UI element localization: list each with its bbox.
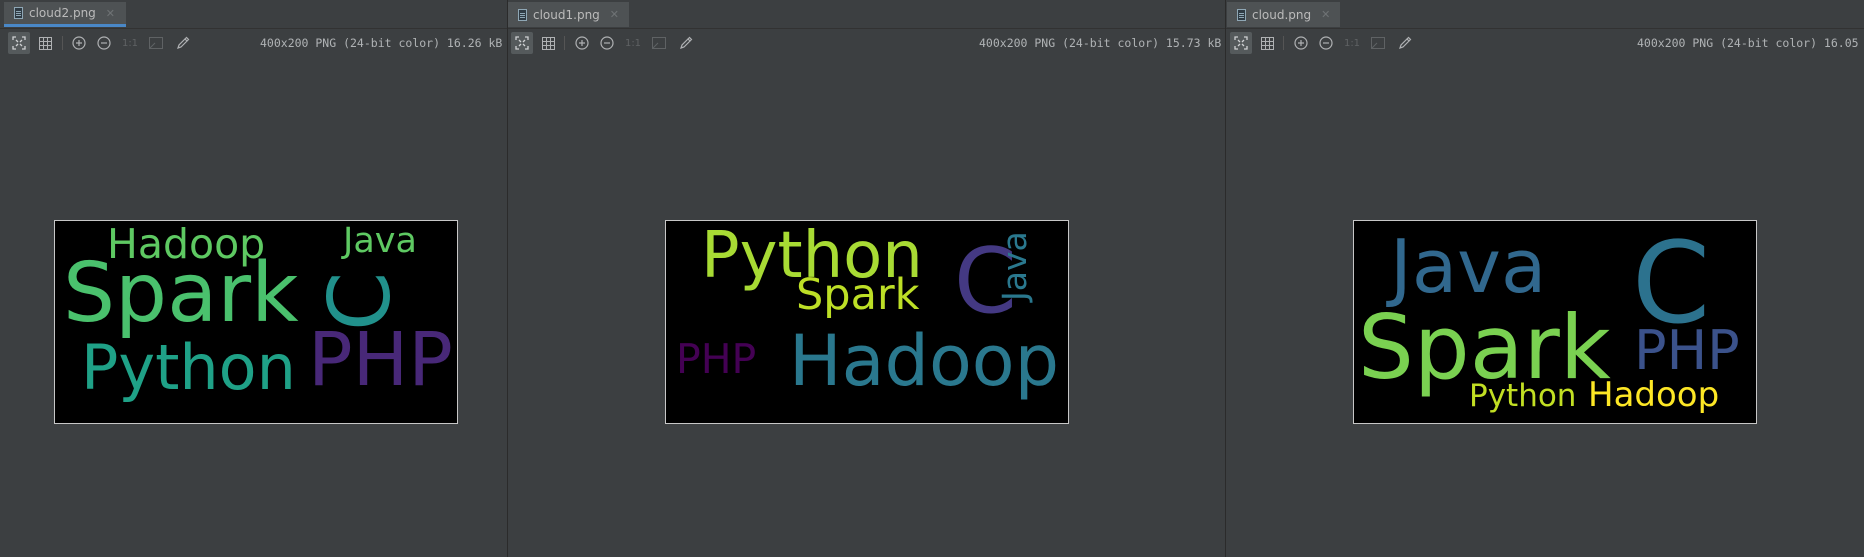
image-info: 400x200 PNG (24-bit color) 16.05 <box>1637 36 1859 50</box>
tab-label: cloud.png <box>1252 7 1312 22</box>
color-picker-icon[interactable] <box>172 32 194 54</box>
image-info: 400x200 PNG (24-bit color) 16.26 kB <box>260 36 503 50</box>
zoom-out-icon[interactable] <box>596 32 618 54</box>
word-spark: Spark <box>796 270 920 320</box>
word-spark: Spark <box>63 246 299 341</box>
zoom-out-icon[interactable] <box>93 32 115 54</box>
zoom-to-fit-icon[interactable] <box>8 32 30 54</box>
zoom-in-icon[interactable] <box>68 32 90 54</box>
close-icon[interactable]: ✕ <box>106 7 115 20</box>
word-python: Python <box>81 331 296 404</box>
actual-size-icon[interactable]: 1:1 <box>622 32 644 54</box>
background-icon[interactable] <box>145 32 167 54</box>
word-python: Python <box>1469 378 1577 414</box>
word-java: Java <box>995 231 1034 301</box>
tab-cloud[interactable]: cloud.png ✕ <box>1227 2 1340 27</box>
image-info: 400x200 PNG (24-bit color) 15.73 kB <box>979 36 1222 50</box>
grid-icon[interactable] <box>537 32 559 54</box>
image-file-icon <box>14 7 23 19</box>
zoom-in-icon[interactable] <box>1290 32 1312 54</box>
image-canvas: Hadoop Java Spark C Python PHP <box>54 220 458 424</box>
word-java: Java <box>343 221 417 261</box>
color-picker-icon[interactable] <box>1394 32 1416 54</box>
word-java: Java <box>1390 224 1547 310</box>
word-php: PHP <box>1634 319 1740 382</box>
zoom-out-icon[interactable] <box>1315 32 1337 54</box>
tab-bar: cloud.png ✕ <box>1226 0 1864 29</box>
word-php: PHP <box>308 317 453 403</box>
image-file-icon <box>518 8 527 21</box>
background-icon[interactable] <box>1367 32 1389 54</box>
zoom-to-fit-icon[interactable] <box>511 32 533 54</box>
tab-bar: cloud1.png ✕ <box>508 0 1225 29</box>
word-hadoop: Hadoop <box>1588 375 1720 415</box>
color-picker-icon[interactable] <box>675 32 697 54</box>
grid-icon[interactable] <box>1256 32 1278 54</box>
background-icon[interactable] <box>648 32 670 54</box>
grid-icon[interactable] <box>34 32 56 54</box>
tab-label: cloud2.png <box>29 6 96 20</box>
image-editor-pane-3: cloud.png ✕ 1:1 400x200 PNG (24-bit colo… <box>1226 0 1864 557</box>
image-canvas: Java C Spark PHP Python Hadoop <box>1353 220 1757 424</box>
close-icon[interactable]: ✕ <box>1321 8 1330 21</box>
close-icon[interactable]: ✕ <box>610 8 619 21</box>
tab-cloud2[interactable]: cloud2.png ✕ <box>4 2 126 27</box>
word-php: PHP <box>676 335 757 383</box>
image-canvas: Python Spark C Java PHP Hadoop <box>665 220 1069 424</box>
tab-bar: cloud2.png ✕ <box>0 0 507 29</box>
zoom-in-icon[interactable] <box>571 32 593 54</box>
actual-size-icon[interactable]: 1:1 <box>1341 32 1363 54</box>
word-hadoop: Hadoop <box>789 320 1060 402</box>
image-file-icon <box>1237 8 1246 21</box>
actual-size-icon[interactable]: 1:1 <box>119 32 141 54</box>
tab-cloud1[interactable]: cloud1.png ✕ <box>508 2 629 27</box>
image-editor-pane-1: cloud2.png ✕ 1:1 400x200 PNG (24-bit col… <box>0 0 508 557</box>
zoom-to-fit-icon[interactable] <box>1230 32 1252 54</box>
tab-label: cloud1.png <box>533 7 600 22</box>
image-editor-pane-2: cloud1.png ✕ 1:1 400x200 PNG (24-bit col… <box>508 0 1226 557</box>
